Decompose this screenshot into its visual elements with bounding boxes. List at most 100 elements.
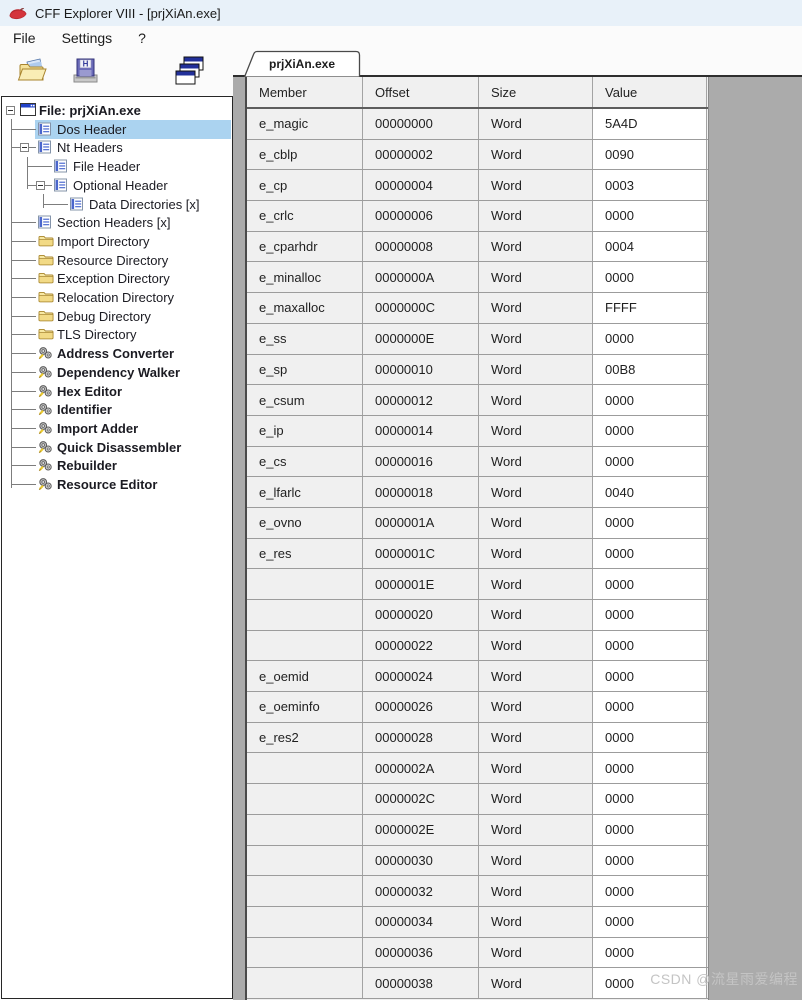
tree-item-identifier[interactable]: Identifier	[2, 400, 232, 419]
cell-value[interactable]: 0000	[593, 753, 707, 783]
cell-value[interactable]: 0000	[593, 262, 707, 292]
table-row: 00000022Word0000	[247, 631, 708, 662]
cell-value[interactable]: 0090	[593, 140, 707, 170]
cell-offset: 0000002C	[363, 784, 479, 814]
column-header-offset[interactable]: Offset	[363, 77, 479, 107]
table-row: e_cblp00000002Word0090	[247, 140, 708, 171]
table-row: e_csum00000012Word0000	[247, 385, 708, 416]
tree-item-label: Import Directory	[57, 234, 149, 249]
menu-settings[interactable]: Settings	[58, 28, 117, 48]
tree-collapse-toggle[interactable]	[20, 143, 29, 152]
cell-value[interactable]: 0000	[593, 661, 707, 691]
cell-value[interactable]: 0000	[593, 201, 707, 231]
tree-item-tls-directory[interactable]: TLS Directory	[2, 325, 232, 344]
tree-item-dependency-walker[interactable]: Dependency Walker	[2, 363, 232, 382]
cell-value[interactable]: 5A4D	[593, 109, 707, 139]
cell-member: e_maxalloc	[247, 293, 363, 323]
cell-value[interactable]: 0000	[593, 846, 707, 876]
column-header-size[interactable]: Size	[479, 77, 593, 107]
cell-value[interactable]: 0000	[593, 784, 707, 814]
tree-item-import-directory[interactable]: Import Directory	[2, 232, 232, 251]
cell-value[interactable]: 0000	[593, 600, 707, 630]
cell-value[interactable]: 0000	[593, 416, 707, 446]
folder-icon	[38, 290, 54, 305]
cell-offset: 0000000E	[363, 324, 479, 354]
windows-button[interactable]	[170, 53, 210, 93]
tree-item-resource-editor[interactable]: Resource Editor	[2, 475, 232, 494]
tree-item-file-header[interactable]: File Header	[2, 157, 232, 176]
cell-value[interactable]: 0000	[593, 907, 707, 937]
tree-connector-line	[27, 166, 52, 167]
cell-value[interactable]: 0000	[593, 447, 707, 477]
cell-value[interactable]: 00B8	[593, 355, 707, 385]
cell-value[interactable]: 0000	[593, 631, 707, 661]
cell-value[interactable]: 0000	[593, 539, 707, 569]
tree-connector-line	[11, 129, 36, 130]
table-row: 00000032Word0000	[247, 876, 708, 907]
cell-member: e_oeminfo	[247, 692, 363, 722]
cell-value[interactable]: 0000	[593, 508, 707, 538]
cell-offset: 00000002	[363, 140, 479, 170]
table-row: 0000002CWord0000	[247, 784, 708, 815]
menu-file[interactable]: File	[9, 28, 40, 48]
cell-size: Word	[479, 447, 593, 477]
cell-size: Word	[479, 846, 593, 876]
tree-item-rebuilder[interactable]: Rebuilder	[2, 456, 232, 475]
column-header-member[interactable]: Member	[247, 77, 363, 107]
structure-tree: File: prjXiAn.exe Dos HeaderNt HeadersFil…	[2, 101, 232, 998]
tree-item-label: Identifier	[57, 402, 112, 417]
table-row: e_ss0000000EWord0000	[247, 324, 708, 355]
tree-item-address-converter[interactable]: Address Converter	[2, 344, 232, 363]
tree-item-exception-directory[interactable]: Exception Directory	[2, 269, 232, 288]
report-icon	[38, 140, 54, 155]
cell-value[interactable]: 0000	[593, 692, 707, 722]
tree-item-hex-editor[interactable]: Hex Editor	[2, 382, 232, 401]
tree-item-debug-directory[interactable]: Debug Directory	[2, 307, 232, 326]
save-icon: H	[70, 56, 100, 91]
cell-member: e_cs	[247, 447, 363, 477]
cell-size: Word	[479, 539, 593, 569]
cell-value[interactable]: 0000	[593, 569, 707, 599]
tree-item-quick-disassembler[interactable]: Quick Disassembler	[2, 438, 232, 457]
menu-help[interactable]: ?	[134, 28, 150, 48]
cell-member: e_cparhdr	[247, 232, 363, 262]
tree-item-label: Dos Header	[57, 122, 126, 137]
column-header-value[interactable]: Value	[593, 77, 707, 107]
tree-item-import-adder[interactable]: Import Adder	[2, 419, 232, 438]
tree-item-resource-directory[interactable]: Resource Directory	[2, 251, 232, 270]
cell-value[interactable]: 0000	[593, 938, 707, 968]
cell-offset: 00000026	[363, 692, 479, 722]
tool-icon	[38, 346, 54, 361]
tree-connector-line	[11, 278, 36, 279]
cell-value[interactable]: 0004	[593, 232, 707, 262]
cell-value[interactable]: 0003	[593, 170, 707, 200]
tree-item-section-headers-x[interactable]: Section Headers [x]	[2, 213, 232, 232]
open-file-button[interactable]	[13, 53, 53, 93]
cell-offset: 00000010	[363, 355, 479, 385]
tool-icon	[38, 458, 54, 473]
tree-item-file-prjxian-exe[interactable]: File: prjXiAn.exe	[2, 101, 232, 120]
cell-offset: 00000000	[363, 109, 479, 139]
tab-prjxian-exe[interactable]: prjXiAn.exe	[243, 50, 363, 77]
cell-value[interactable]: 0000	[593, 324, 707, 354]
cell-value[interactable]: FFFF	[593, 293, 707, 323]
save-button[interactable]: H	[65, 53, 105, 93]
cell-offset: 00000030	[363, 846, 479, 876]
cell-value[interactable]: 0000	[593, 876, 707, 906]
tree-item-nt-headers[interactable]: Nt Headers	[2, 138, 232, 157]
cell-size: Word	[479, 661, 593, 691]
cell-value[interactable]: 0040	[593, 477, 707, 507]
cell-value[interactable]: 0000	[593, 385, 707, 415]
tree-item-optional-header[interactable]: Optional Header	[2, 176, 232, 195]
tree-item-dos-header[interactable]: Dos Header	[2, 120, 232, 139]
tree-connector-line	[11, 334, 36, 335]
tree-item-relocation-directory[interactable]: Relocation Directory	[2, 288, 232, 307]
cell-value[interactable]: 0000	[593, 723, 707, 753]
cell-size: Word	[479, 508, 593, 538]
tree-collapse-toggle[interactable]	[36, 181, 45, 190]
tree-connector-line	[11, 391, 36, 392]
tree-collapse-toggle[interactable]	[6, 106, 15, 115]
cell-value[interactable]: 0000	[593, 815, 707, 845]
tree-item-data-directories-x[interactable]: Data Directories [x]	[2, 195, 232, 214]
svg-text:H: H	[83, 59, 89, 68]
